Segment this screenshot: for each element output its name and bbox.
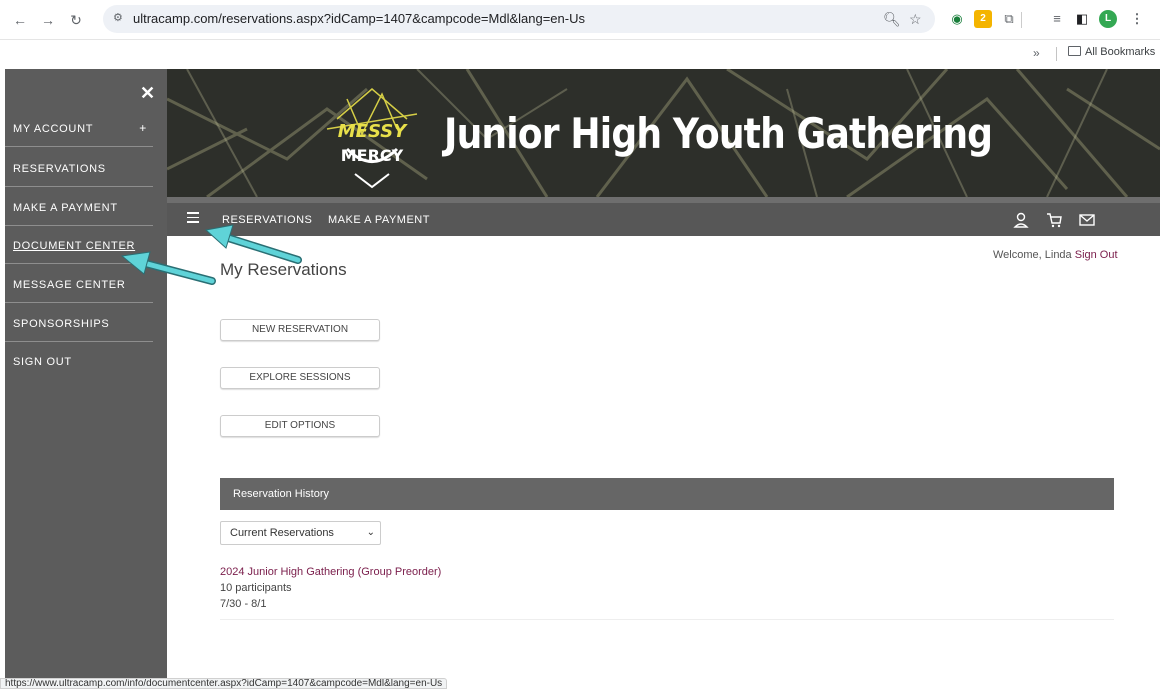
all-bookmarks-label: All Bookmarks <box>1085 46 1156 58</box>
drawer-item-label: SIGN OUT <box>13 356 72 369</box>
folder-icon <box>1068 46 1081 56</box>
site-banner: MESSY MERCY Junior High Youth Gathering <box>167 69 1160 197</box>
drawer-item-label: MY ACCOUNT <box>13 122 94 135</box>
toolbar-divider <box>1021 12 1022 28</box>
reservation-history-header: Reservation History <box>220 478 1114 510</box>
drawer-item-label: DOCUMENT CENTER <box>13 239 136 252</box>
reading-list-icon[interactable]: ≡ <box>1048 10 1066 28</box>
hamburger-menu-icon[interactable] <box>187 212 199 224</box>
edit-options-button[interactable]: EDIT OPTIONS <box>220 415 380 437</box>
close-icon[interactable]: ✕ <box>140 83 155 104</box>
welcome-text: Welcome, Linda <box>993 249 1072 261</box>
explore-sessions-button[interactable]: EXPLORE SESSIONS <box>220 367 380 389</box>
plus-icon[interactable]: + <box>139 121 147 135</box>
browser-toolbar: ← → ↻ ⚙ ultracamp.com/reservations.aspx?… <box>0 0 1160 40</box>
mail-icon[interactable] <box>1078 211 1096 229</box>
page-title: My Reservations <box>220 260 347 279</box>
cart-icon[interactable] <box>1045 211 1063 229</box>
nav-link-reservations[interactable]: RESERVATIONS <box>222 214 312 226</box>
new-reservation-button[interactable]: NEW RESERVATION <box>220 319 380 341</box>
forward-arrow-icon[interactable]: → <box>38 10 58 30</box>
bookmarks-overflow-button[interactable]: » <box>1033 46 1040 60</box>
drawer-item-make-a-payment[interactable]: MAKE A PAYMENT <box>5 188 153 226</box>
drawer-item-message-center[interactable]: MESSAGE CENTER <box>5 265 153 303</box>
nav-link-make-a-payment[interactable]: MAKE A PAYMENT <box>328 214 430 226</box>
address-bar[interactable]: ⚙ ultracamp.com/reservations.aspx?idCamp… <box>103 5 935 33</box>
drawer-item-sponsorships[interactable]: SPONSORSHIPS <box>5 304 153 342</box>
drawer-item-label: MESSAGE CENTER <box>13 278 126 291</box>
welcome-message: Welcome, Linda Sign Out <box>993 249 1118 261</box>
bookmarks-bar: » All Bookmarks <box>0 40 1160 68</box>
bookmarks-divider <box>1056 47 1057 61</box>
account-icon[interactable] <box>1012 211 1030 229</box>
drawer-item-reservations[interactable]: RESERVATIONS <box>5 149 153 187</box>
reservation-filter-select[interactable]: Current Reservations ⌄ <box>220 521 381 545</box>
browser-menu-icon[interactable]: ⋮ <box>1128 10 1146 28</box>
list-divider <box>220 619 1114 620</box>
side-panel-icon[interactable]: ◧ <box>1073 10 1091 28</box>
drawer-item-document-center[interactable]: DOCUMENT CENTER <box>5 226 153 264</box>
status-bar-url: https://www.ultracamp.com/info/documentc… <box>0 678 448 689</box>
site-nav-bar: RESERVATIONS MAKE A PAYMENT <box>167 203 1160 236</box>
extension-badge-icon[interactable]: 2 <box>974 10 992 28</box>
profile-initial: L <box>1104 13 1112 24</box>
reservation-participants: 10 participants <box>220 582 292 594</box>
reload-icon[interactable]: ↻ <box>66 10 86 30</box>
profile-avatar[interactable]: L <box>1099 10 1117 28</box>
all-bookmarks-button[interactable]: All Bookmarks <box>1068 46 1155 58</box>
logo-mercy-text: MERCY <box>341 146 404 165</box>
side-drawer: ✕ MY ACCOUNT + RESERVATIONS MAKE A PAYME… <box>5 69 167 689</box>
zoom-icon[interactable]: 🔍︎ <box>883 11 901 28</box>
reservation-dates: 7/30 - 8/1 <box>220 598 267 610</box>
extension-badge-count: 2 <box>980 13 986 24</box>
drawer-item-my-account[interactable]: MY ACCOUNT + <box>5 109 153 147</box>
drawer-item-sign-out[interactable]: SIGN OUT <box>5 342 153 380</box>
drawer-item-label: RESERVATIONS <box>13 162 106 175</box>
banner-title: Junior High Youth Gathering <box>444 109 993 158</box>
logo-messy-text: MESSY <box>338 121 408 142</box>
bookmark-star-icon[interactable]: ☆ <box>909 11 922 28</box>
sign-out-link[interactable]: Sign Out <box>1075 249 1118 261</box>
extension-icon[interactable]: ◉ <box>948 10 966 28</box>
messy-mercy-logo: MESSY MERCY <box>326 88 418 189</box>
chevron-down-icon: ⌄ <box>366 527 375 538</box>
drawer-item-label: MAKE A PAYMENT <box>13 201 118 214</box>
address-url: ultracamp.com/reservations.aspx?idCamp=1… <box>133 11 585 26</box>
site-info-icon[interactable]: ⚙ <box>113 11 123 24</box>
back-arrow-icon[interactable]: ← <box>10 10 30 30</box>
extensions-puzzle-icon[interactable]: ⧉ <box>1000 10 1018 28</box>
drawer-item-label: SPONSORSHIPS <box>13 317 110 330</box>
select-value: Current Reservations <box>230 527 334 539</box>
reservation-link[interactable]: 2024 Junior High Gathering (Group Preord… <box>220 566 441 578</box>
